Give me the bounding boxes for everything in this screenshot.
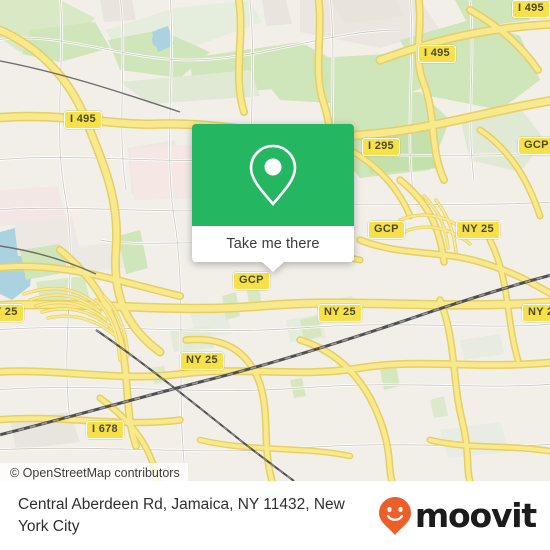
map-screenshot: I 495 I 495 I 495 I 295 GCP GCP NY 25 GCP Y 25 NY… bbox=[0, 0, 550, 550]
location-pin-icon bbox=[249, 144, 297, 207]
shield-ny25-east: NY 25 bbox=[456, 221, 500, 239]
moovit-wordmark: moovit bbox=[414, 496, 537, 535]
shield-ny25-mid: NY 25 bbox=[318, 304, 362, 322]
popup-image-area bbox=[192, 124, 354, 226]
popup-arrow bbox=[262, 262, 284, 272]
shield-gcp-east: GCP bbox=[518, 137, 550, 155]
shield-i678: I 678 bbox=[86, 421, 124, 439]
location-popup-card[interactable]: Take me there bbox=[192, 124, 354, 272]
shield-ny25-south: NY 25 bbox=[180, 352, 224, 370]
shield-i495-topright: I 495 bbox=[512, 0, 550, 18]
take-me-there-label: Take me there bbox=[226, 236, 320, 252]
shield-i295: I 295 bbox=[362, 138, 400, 156]
osm-attribution: © OpenStreetMap contributors bbox=[0, 463, 188, 481]
shield-gcp-center: GCP bbox=[368, 221, 405, 239]
moovit-pin-smiley-icon bbox=[378, 496, 411, 535]
shield-ny25-westedge: Y 25 bbox=[0, 304, 24, 322]
shield-i495-west: I 495 bbox=[64, 111, 102, 129]
shield-gcp-west: GCP bbox=[233, 272, 270, 290]
moovit-logo[interactable]: moovit bbox=[378, 496, 550, 536]
footer-bar: Central Aberdeen Rd, Jamaica, NY 11432, … bbox=[0, 481, 550, 550]
shield-ny25-eastedge: NY 2 bbox=[522, 304, 550, 322]
shield-i495-north: I 495 bbox=[418, 45, 456, 63]
address-text: Central Aberdeen Rd, Jamaica, NY 11432, … bbox=[18, 495, 345, 535]
popup-action-area[interactable]: Take me there bbox=[192, 226, 354, 262]
